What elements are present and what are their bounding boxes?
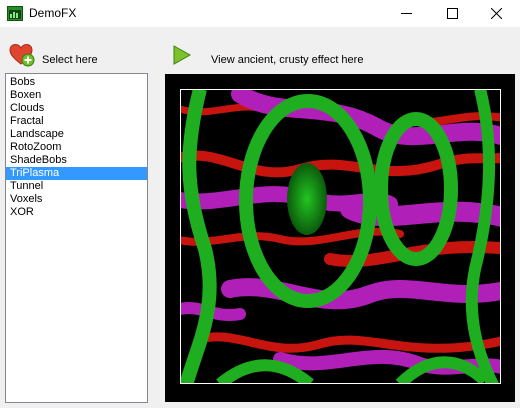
effect-list-item[interactable]: RotoZoom — [6, 141, 147, 154]
triplasma-render — [180, 89, 501, 384]
close-button[interactable] — [474, 0, 520, 27]
effect-list-item[interactable]: Bobs — [6, 76, 147, 89]
effect-list-item[interactable]: XOR — [6, 206, 147, 219]
play-icon — [173, 45, 192, 65]
maximize-button[interactable] — [430, 0, 476, 27]
close-icon — [491, 8, 502, 19]
effect-list[interactable]: Bobs Boxen Clouds Fractal Landscape RotoZoom S… — [5, 73, 148, 403]
effect-list-item[interactable]: Fractal — [6, 115, 147, 128]
minimize-icon — [401, 13, 412, 14]
effect-list-item[interactable]: Clouds — [6, 102, 147, 115]
effect-list-item[interactable]: TriPlasma — [6, 167, 147, 180]
title-bar: DemoFX — [0, 0, 520, 27]
effect-list-item[interactable]: Landscape — [6, 128, 147, 141]
effect-list-item[interactable]: ShadeBobs — [6, 154, 147, 167]
effect-list-item[interactable]: Tunnel — [6, 180, 147, 193]
maximize-icon — [447, 8, 458, 19]
effect-preview — [165, 74, 515, 402]
select-label: Select here — [42, 54, 98, 66]
effect-list-item[interactable]: Voxels — [6, 193, 147, 206]
view-label: View ancient, crusty effect here — [211, 54, 364, 66]
effect-list-item[interactable]: Boxen — [6, 89, 147, 102]
minimize-button[interactable] — [384, 0, 430, 27]
heart-add-icon — [9, 43, 35, 67]
app-window-icon — [7, 6, 23, 21]
window-title: DemoFX — [29, 6, 77, 20]
